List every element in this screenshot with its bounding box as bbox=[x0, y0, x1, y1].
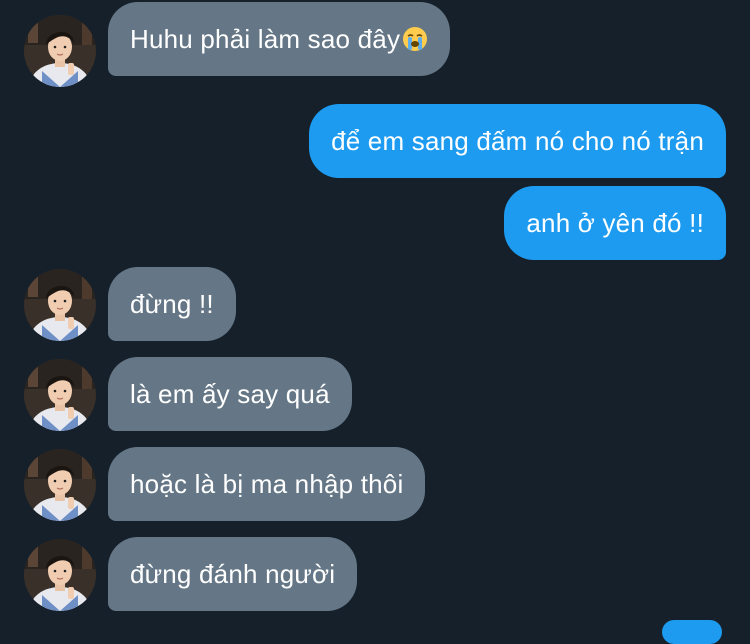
incoming-message-bubble[interactable]: là em ấy say quá bbox=[108, 357, 352, 431]
incoming-message-bubble[interactable]: đừng !! bbox=[108, 267, 236, 341]
outgoing-message-bubble[interactable]: để em sang đấm nó cho nó trận bbox=[309, 104, 726, 178]
partial-outgoing-bubble bbox=[662, 620, 722, 644]
loudly-crying-face-icon bbox=[403, 27, 428, 51]
conversation-thread: Huhu phải làm sao đây để em sang đấm nó … bbox=[0, 0, 750, 644]
outgoing-message-bubble[interactable]: anh ở yên đó !! bbox=[504, 186, 726, 260]
message-text: anh ở yên đó !! bbox=[526, 207, 704, 238]
sender-avatar[interactable] bbox=[24, 449, 96, 521]
sender-avatar[interactable] bbox=[24, 15, 96, 87]
sender-avatar[interactable] bbox=[24, 359, 96, 431]
message-text: đừng !! bbox=[130, 288, 214, 319]
sender-avatar[interactable] bbox=[24, 539, 96, 611]
sender-avatar[interactable] bbox=[24, 269, 96, 341]
incoming-message-bubble[interactable]: Huhu phải làm sao đây bbox=[108, 2, 451, 76]
message-text: đừng đánh người bbox=[130, 558, 336, 589]
incoming-message-bubble[interactable]: đừng đánh người bbox=[108, 537, 358, 611]
message-text: Huhu phải làm sao đây bbox=[130, 23, 401, 54]
message-text: hoặc là bị ma nhập thôi bbox=[130, 468, 404, 499]
incoming-message-bubble[interactable]: hoặc là bị ma nhập thôi bbox=[108, 447, 426, 521]
message-text: để em sang đấm nó cho nó trận bbox=[331, 125, 704, 156]
message-text: là em ấy say quá bbox=[130, 378, 330, 409]
